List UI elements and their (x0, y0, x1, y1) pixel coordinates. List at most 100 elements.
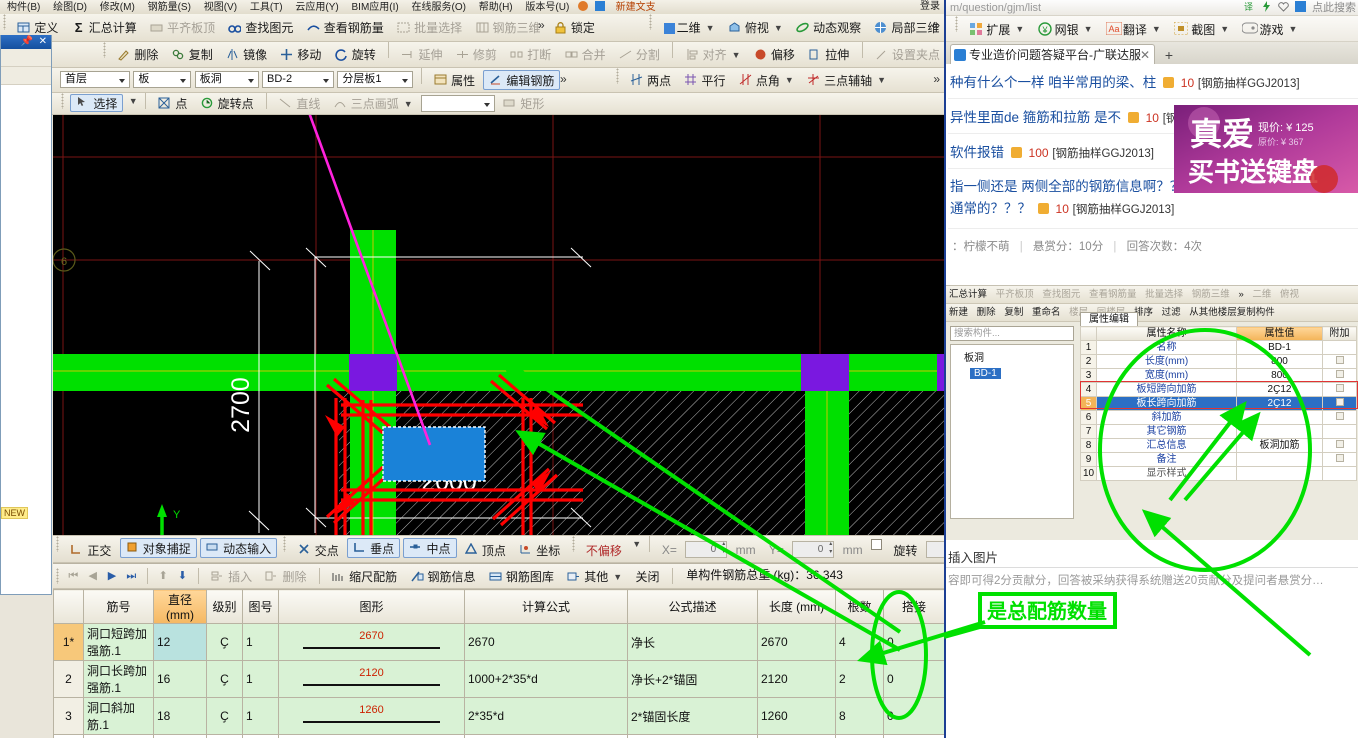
stretch-button[interactable]: 拉伸 (803, 42, 854, 67)
tab-close-icon[interactable]: ✕ (1140, 45, 1150, 64)
emb-find-element[interactable]: 查找图元 (1039, 286, 1083, 303)
find-element-button[interactable]: 查找图元 (223, 14, 298, 41)
property-row[interactable]: 7 其它钢筋 (1080, 424, 1357, 439)
checkbox-icon[interactable] (1335, 454, 1344, 462)
row-formula[interactable]: 2670 (464, 623, 628, 661)
menu-item-0[interactable]: 构件(B) (2, 1, 45, 14)
row-lap[interactable]: 0 (883, 697, 945, 735)
row-fig-no[interactable]: 1 (242, 660, 279, 698)
toolbar3-overflow[interactable]: » (560, 72, 567, 86)
property-row[interactable]: 5 板长跨向加筋 2Ҫ12 (1080, 396, 1357, 411)
osnap-toggle[interactable]: 对象捕捉 (119, 538, 197, 558)
row-fig-no[interactable]: 1 (242, 623, 279, 661)
menu-item-5[interactable]: 工具(T) (245, 1, 288, 14)
menu-item-3[interactable]: 钢筋量(S) (143, 1, 196, 14)
dyninput-toggle[interactable]: 动态输入 (200, 538, 278, 558)
prop-name[interactable]: 板长跨向加筋 (1096, 396, 1237, 411)
component-tree[interactable]: 板洞 BD-1 (950, 344, 1074, 519)
row-desc[interactable] (627, 734, 758, 738)
insert-image-label[interactable]: 插入图片 (946, 548, 1358, 568)
view-2d-chevron-down-icon[interactable]: ▼ (706, 23, 715, 33)
prop-name[interactable]: 板短跨向加筋 (1096, 382, 1237, 397)
emb-batch-select[interactable]: 批量选择 (1142, 286, 1186, 303)
rebar-library-button[interactable]: 钢筋图库 (484, 564, 559, 588)
row-shape[interactable]: 2670 (278, 623, 465, 661)
left-dock-row-1[interactable] (1, 49, 51, 67)
snap-vertex[interactable]: 顶点 (460, 536, 511, 562)
advertisement-banner[interactable]: 真爱 现价: ¥ 125 原价: ¥ 367 买书送键盘 (1174, 105, 1358, 193)
menu-item-9[interactable]: 帮助(H) (474, 1, 518, 14)
y-coord-input[interactable]: 0 (792, 540, 835, 558)
row-fig-no[interactable] (242, 734, 279, 738)
table-row[interactable]: 1* 洞口短跨加强筋.1 12 Ҫ 1 2670 2670 净长 2670 4 … (53, 623, 945, 661)
close-rebar-panel-button[interactable]: 关闭 (631, 564, 665, 588)
toolbar-draw-grip[interactable] (61, 93, 64, 109)
menu-item-2[interactable]: 修改(M) (95, 1, 140, 14)
new-tab-button[interactable]: + (1158, 46, 1180, 64)
lightning-icon[interactable] (1261, 1, 1275, 15)
row-rebar-name[interactable]: 洞口长跨加强筋.1 (83, 660, 154, 698)
checkbox-icon[interactable] (1335, 412, 1344, 420)
view-2d-button[interactable]: 二维 ▼ (659, 14, 720, 41)
user-avatar-icon[interactable] (577, 0, 591, 14)
row-count[interactable]: 8 (835, 697, 884, 735)
prop-value[interactable] (1236, 424, 1323, 439)
row-formula[interactable]: 2*35*d (464, 697, 628, 735)
rectangle-tool-button[interactable]: 矩形 (498, 93, 549, 114)
summary-calc-button[interactable]: Σ 汇总计算 (67, 14, 142, 41)
merge-button[interactable]: 合并 (560, 42, 611, 67)
nav-last-button[interactable]: ⏭ (123, 564, 139, 588)
row-formula[interactable] (464, 734, 628, 738)
category-selector[interactable]: 板 (133, 71, 192, 88)
row-diameter[interactable]: 16 (153, 660, 207, 698)
row-diameter[interactable]: 12 (153, 623, 207, 661)
draw-mode-combo[interactable] (421, 95, 496, 112)
question-title[interactable]: 软件报错 (950, 145, 1004, 160)
property-table[interactable]: 属性名称 属性值 附加 1 名称 BD-1 2 长度(mm) 800 3 宽度(mm) 80… (1080, 326, 1357, 481)
offset-button[interactable]: 偏移 (749, 42, 800, 67)
emb-rename[interactable]: 重命名 (1029, 304, 1064, 321)
rotate-point-tool-button[interactable]: 旋转点 (196, 93, 259, 114)
menu-bar[interactable]: 构件(B) 绘图(D) 修改(M) 钢筋量(S) 视图(V) 工具(T) 云应用… (0, 0, 944, 14)
nav-prev-button[interactable]: ◀ (85, 564, 101, 588)
three-point-axis-button[interactable]: 三点辅轴 ▼ (802, 68, 891, 92)
prop-attach[interactable] (1322, 452, 1357, 467)
emb-copy[interactable]: 复制 (1001, 304, 1026, 321)
row-count[interactable] (835, 734, 884, 738)
row-desc[interactable]: 净长+2*锚固 (627, 660, 758, 698)
copy-button[interactable]: 复制 (167, 42, 218, 67)
parallel-button[interactable]: 平行 (679, 68, 730, 92)
align-slab-top-button[interactable]: 平齐板顶 (145, 14, 220, 41)
prop-value[interactable] (1236, 410, 1323, 425)
set-grip-button[interactable]: 设置夹点 (870, 42, 944, 67)
translate-small-icon[interactable]: 译 (1244, 1, 1258, 15)
tree-root-node[interactable]: 板洞 (954, 349, 1070, 364)
toolbar-axis-overflow[interactable]: » (933, 72, 940, 86)
row-fig-no[interactable]: 1 (242, 697, 279, 735)
row-length[interactable] (757, 734, 836, 738)
menu-item-7[interactable]: BIM应用(I) (347, 1, 404, 14)
login-link[interactable]: 登录 (920, 0, 940, 14)
prop-name[interactable]: 斜加筋 (1096, 410, 1237, 425)
align-button[interactable]: 对齐 ▼ (681, 42, 746, 67)
prop-attach[interactable] (1322, 424, 1357, 439)
snap-coordinate[interactable]: 坐标 (514, 536, 565, 562)
property-row[interactable]: 6 斜加筋 (1080, 410, 1357, 425)
rotate-checkbox[interactable] (870, 538, 882, 550)
offset-mode-chevron-down-icon[interactable]: ▼ (632, 539, 641, 549)
move-button[interactable]: 移动 (275, 42, 326, 67)
menu-item-4[interactable]: 视图(V) (199, 1, 242, 14)
prop-attach[interactable] (1322, 354, 1357, 369)
two-point-button[interactable]: 两点 (625, 68, 676, 92)
menu-item-8[interactable]: 在线服务(O) (407, 1, 471, 14)
menu-item-10[interactable]: 版本号(U) (520, 1, 574, 14)
row-index[interactable]: 4 (53, 734, 84, 738)
select-tool-chevron-down-icon[interactable]: ▼ (129, 96, 138, 106)
row-length[interactable]: 1260 (757, 697, 836, 735)
emb-top-view[interactable]: 俯视 (1277, 286, 1302, 303)
view-rebar-qty-button[interactable]: 查看钢筋量 (302, 14, 389, 41)
row-grade[interactable] (206, 734, 243, 738)
property-row[interactable]: 3 宽度(mm) 800 (1080, 368, 1357, 383)
emb-overflow[interactable]: » (1235, 286, 1246, 303)
snap-perpendicular[interactable]: 垂点 (347, 538, 401, 558)
